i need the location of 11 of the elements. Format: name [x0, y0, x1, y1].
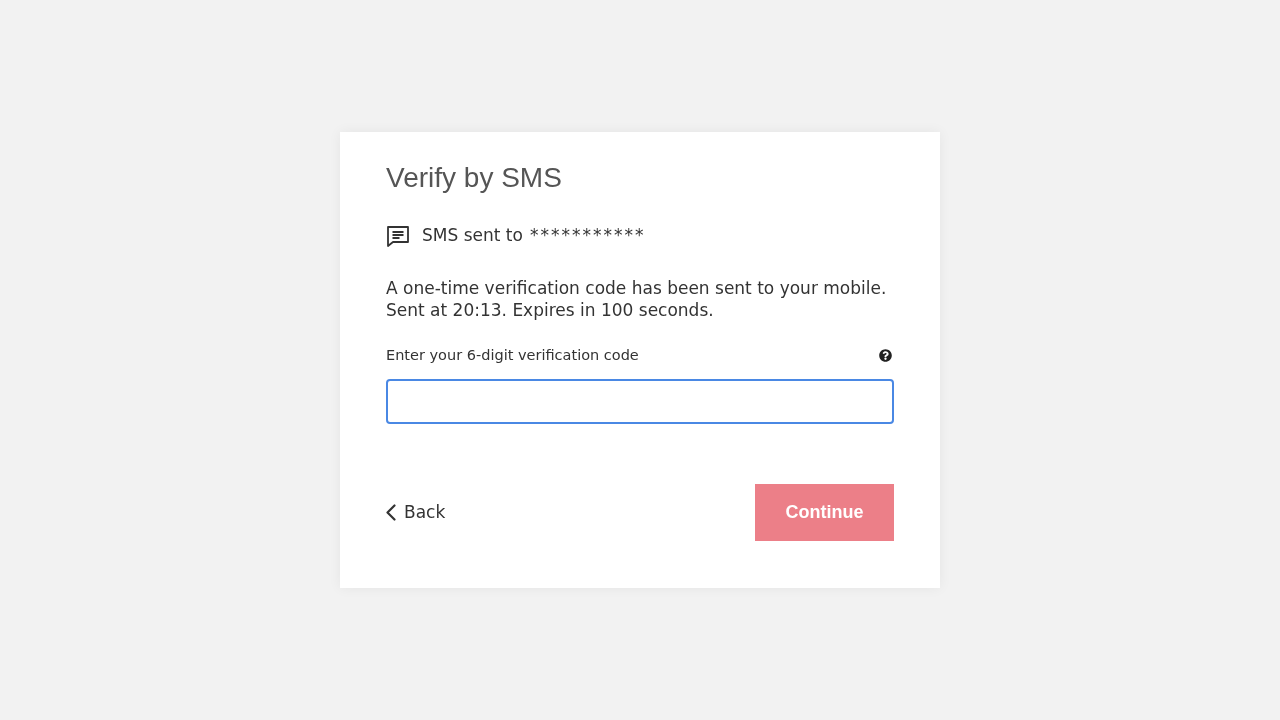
info-text: Sent at 20:13. Expires in 100 seconds. — [386, 299, 714, 321]
info-text: A one-time verification code has been sent to your mobile. — [386, 277, 887, 299]
masked-phone-number: *********** — [529, 224, 646, 248]
sms-sent-label: SMS sent to — [422, 224, 523, 248]
help-icon[interactable] — [879, 348, 892, 362]
field-label: Enter your 6-digit verification code — [386, 346, 639, 364]
chevron-left-icon — [386, 504, 396, 521]
message-icon — [386, 224, 410, 248]
code-input-field[interactable] — [386, 379, 894, 424]
card-title: Verify by SMS — [386, 162, 562, 194]
back-link[interactable]: Back — [386, 499, 446, 526]
